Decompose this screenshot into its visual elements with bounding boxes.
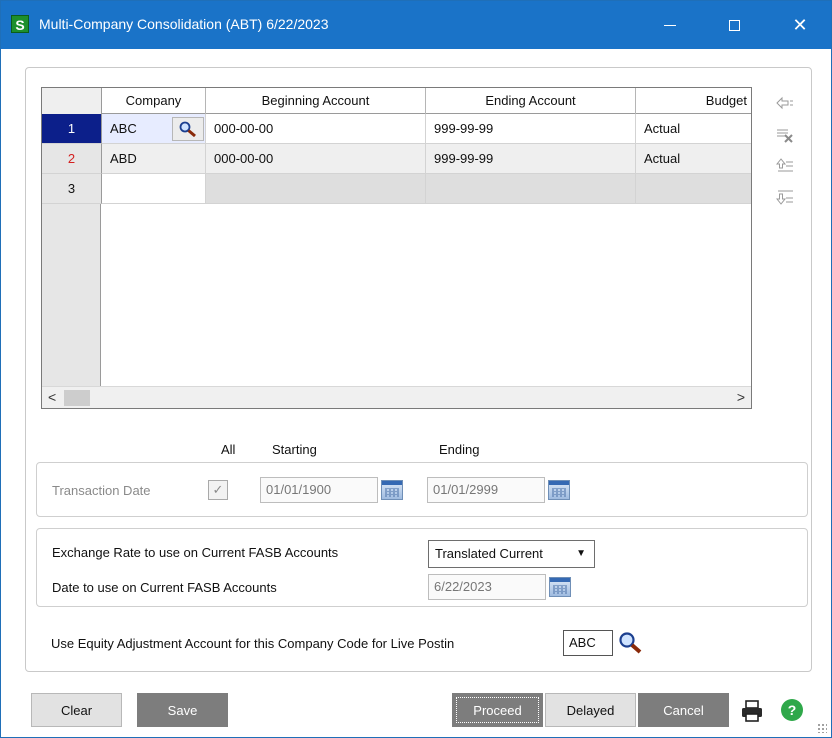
table-row[interactable]: 1 ABC 000-00-00 999-99-99 Actual	[42, 114, 751, 144]
all-checkbox[interactable]: ✓	[208, 480, 228, 500]
fasb-section: Exchange Rate to use on Current FASB Acc…	[36, 528, 808, 607]
column-header-beginning-account[interactable]: Beginning Account	[206, 88, 426, 114]
all-column-label: All	[221, 442, 236, 457]
close-button[interactable]: ✕	[777, 1, 823, 49]
company-grid[interactable]: Company Beginning Account Ending Account…	[41, 87, 752, 409]
row-number[interactable]: 2	[42, 144, 102, 174]
cancel-button[interactable]: Cancel	[638, 693, 729, 727]
beginning-account-cell[interactable]: 000-00-00	[206, 114, 426, 144]
magnifier-icon	[179, 121, 196, 137]
transaction-date-label: Transaction Date	[52, 483, 151, 498]
ending-account-cell[interactable]: 999-99-99	[426, 114, 636, 144]
company-lookup-button[interactable]	[172, 117, 204, 141]
fasb-date-field[interactable]: 6/22/2023	[428, 574, 546, 600]
help-icon[interactable]: ?	[781, 699, 803, 721]
calendar-icon[interactable]	[381, 480, 403, 500]
column-header-ending-account[interactable]: Ending Account	[426, 88, 636, 114]
budget-cell[interactable]: Actual	[636, 114, 751, 144]
company-value: ABC	[110, 121, 137, 136]
table-row[interactable]: 2 ABD 000-00-00 999-99-99 Actual	[42, 144, 751, 174]
ending-column-label: Ending	[439, 442, 480, 457]
row-number[interactable]: 3	[42, 174, 102, 204]
exchange-rate-dropdown[interactable]: Translated Current ▼	[428, 540, 595, 568]
grid-header: Company Beginning Account Ending Account…	[42, 88, 751, 114]
beginning-account-cell[interactable]: 000-00-00	[206, 144, 426, 174]
calendar-icon[interactable]	[548, 480, 570, 500]
maximize-icon	[728, 19, 740, 31]
fasb-date-label: Date to use on Current FASB Accounts	[52, 580, 277, 595]
magnifier-icon	[619, 632, 642, 654]
print-icon[interactable]	[740, 699, 764, 723]
ending-account-cell[interactable]: 999-99-99	[426, 144, 636, 174]
app-logo-icon: S	[11, 15, 29, 33]
proceed-button[interactable]: Proceed	[452, 693, 543, 727]
horizontal-scrollbar[interactable]: < >	[42, 386, 751, 408]
main-panel: Company Beginning Account Ending Account…	[25, 67, 812, 672]
scroll-thumb[interactable]	[64, 390, 90, 406]
company-cell[interactable]: ABC	[102, 114, 206, 144]
delete-row-icon[interactable]	[776, 127, 794, 145]
row-number[interactable]: 1	[42, 114, 102, 144]
move-down-icon[interactable]	[775, 189, 794, 207]
corner-cell	[42, 88, 102, 114]
minimize-button[interactable]	[647, 1, 693, 49]
exchange-rate-value: Translated Current	[435, 546, 543, 561]
close-icon: ✕	[792, 14, 808, 35]
beginning-account-cell[interactable]	[206, 174, 426, 204]
column-header-company[interactable]: Company	[102, 88, 206, 114]
equity-company-field[interactable]: ABC	[563, 630, 613, 656]
equity-lookup-button[interactable]	[618, 631, 644, 655]
clear-button[interactable]: Clear	[31, 693, 122, 727]
resize-grip-icon[interactable]	[817, 723, 827, 733]
budget-cell[interactable]	[636, 174, 751, 204]
calendar-icon[interactable]	[549, 577, 571, 597]
insert-row-icon[interactable]	[776, 96, 794, 114]
delayed-button[interactable]: Delayed	[545, 693, 636, 727]
chevron-down-icon: ▼	[576, 548, 586, 559]
exchange-rate-label: Exchange Rate to use on Current FASB Acc…	[52, 545, 339, 560]
company-cell[interactable]: ABD	[102, 144, 206, 174]
transaction-date-section: Transaction Date ✓ 01/01/1900 01/01/2999	[36, 462, 808, 517]
column-header-budget[interactable]: Budget	[636, 88, 751, 114]
minimize-icon	[664, 24, 676, 26]
equity-adjustment-label: Use Equity Adjustment Account for this C…	[51, 636, 455, 651]
scroll-right-icon[interactable]: >	[737, 389, 745, 405]
maximize-button[interactable]	[711, 1, 757, 49]
move-up-icon[interactable]	[775, 158, 794, 176]
table-row[interactable]: 3	[42, 174, 751, 204]
title-bar[interactable]: S Multi-Company Consolidation (ABT) 6/22…	[1, 1, 831, 49]
ending-account-cell[interactable]	[426, 174, 636, 204]
starting-date-field[interactable]: 01/01/1900	[260, 477, 378, 503]
ending-date-field[interactable]: 01/01/2999	[427, 477, 545, 503]
company-cell[interactable]	[102, 174, 206, 204]
grid-tools	[775, 96, 796, 220]
window-title: Multi-Company Consolidation (ABT) 6/22/2…	[39, 16, 329, 32]
scroll-left-icon[interactable]: <	[48, 389, 56, 405]
budget-cell[interactable]: Actual	[636, 144, 751, 174]
window: S Multi-Company Consolidation (ABT) 6/22…	[0, 0, 832, 738]
starting-column-label: Starting	[272, 442, 317, 457]
save-button[interactable]: Save	[137, 693, 228, 727]
